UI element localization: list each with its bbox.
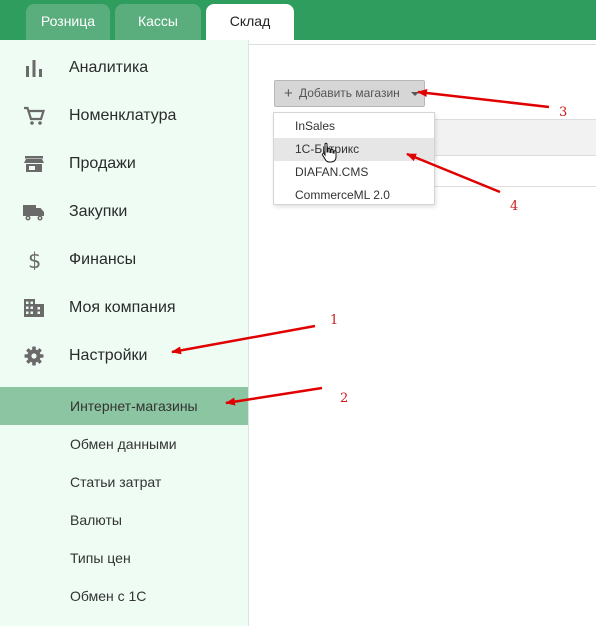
annotation-arrow-4 (406, 152, 501, 194)
hand-cursor-icon (321, 142, 337, 163)
annotation-number-4: 4 (510, 199, 519, 214)
annotation-number-2: 2 (340, 391, 349, 406)
annotation-arrow-2 (225, 386, 323, 406)
annotation-arrow-1 (171, 324, 316, 355)
annotation-number-3: 3 (559, 105, 568, 120)
annotation-arrow-3 (417, 89, 550, 109)
annotation-number-1: 1 (330, 313, 339, 328)
annotation-overlay (171, 89, 550, 406)
